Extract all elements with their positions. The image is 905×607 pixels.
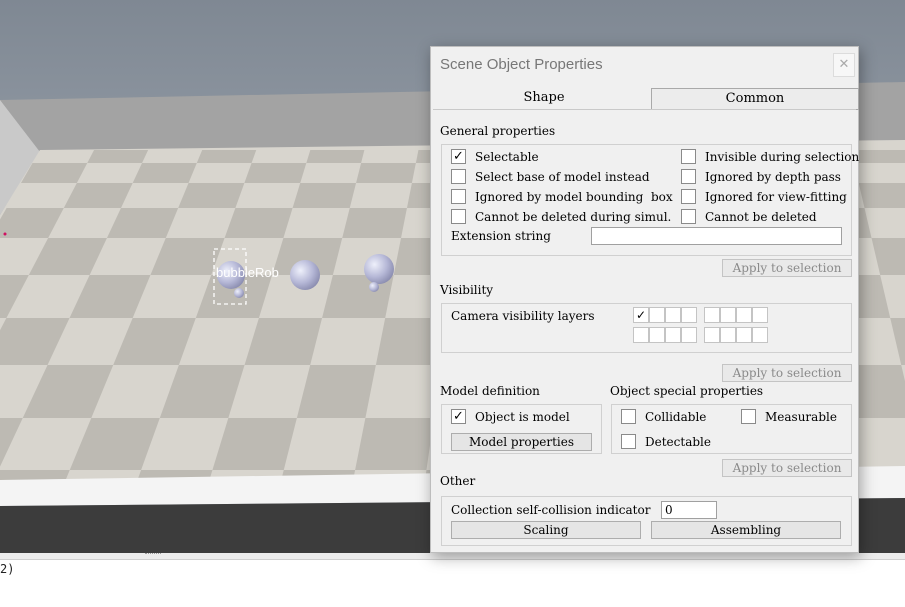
visibility-layer-7-checkbox[interactable] bbox=[736, 307, 752, 323]
visibility-layer-11-checkbox[interactable] bbox=[665, 327, 681, 343]
tab-common[interactable]: Common bbox=[651, 88, 859, 110]
console-splitter[interactable] bbox=[0, 553, 905, 560]
apply-visibility-button[interactable]: Apply to selection bbox=[722, 364, 852, 382]
detectable-option[interactable]: Detectable bbox=[621, 434, 711, 449]
general-properties-group: ✓ Selectable Invisible during selection … bbox=[441, 144, 859, 256]
object-is-model-option[interactable]: ✓ Object is model bbox=[451, 409, 570, 424]
detectable-checkbox[interactable] bbox=[621, 434, 636, 449]
visibility-layer-10-checkbox[interactable] bbox=[649, 327, 665, 343]
collidable-checkbox[interactable] bbox=[621, 409, 636, 424]
collision-indicator-input[interactable]: 0 bbox=[661, 501, 717, 519]
visibility-layer-9-checkbox[interactable] bbox=[633, 327, 649, 343]
object-special-properties-heading: Object special properties bbox=[610, 384, 764, 398]
collision-indicator-label: Collection self-collision indicator bbox=[451, 503, 651, 517]
ignored-bounding-box-option[interactable]: Ignored by model bounding box bbox=[451, 189, 673, 204]
extension-string-label: Extension string bbox=[451, 229, 551, 243]
visibility-layers-grid-b bbox=[704, 307, 768, 343]
model-definition-heading: Model definition bbox=[440, 384, 540, 398]
visibility-layer-4-checkbox[interactable] bbox=[681, 307, 697, 323]
visibility-layer-14-checkbox[interactable] bbox=[720, 327, 736, 343]
other-heading: Other bbox=[440, 474, 476, 488]
visibility-layer-12-checkbox[interactable] bbox=[681, 327, 697, 343]
console-output: 2) bbox=[0, 562, 15, 576]
select-base-option[interactable]: Select base of model instead bbox=[451, 169, 650, 184]
ignored-depth-pass-checkbox[interactable] bbox=[681, 169, 696, 184]
apply-general-button[interactable]: Apply to selection bbox=[722, 259, 852, 277]
ignored-bounding-box-checkbox[interactable] bbox=[451, 189, 466, 204]
splitter-grip-icon[interactable] bbox=[145, 553, 161, 558]
robot-name-label: bubbleRob bbox=[216, 265, 279, 280]
visibility-layer-16-checkbox[interactable] bbox=[752, 327, 768, 343]
close-icon[interactable]: ✕ bbox=[833, 53, 855, 77]
common-tab-pane: General properties ✓ Selectable Invisibl… bbox=[433, 109, 859, 550]
measurable-option[interactable]: Measurable bbox=[741, 409, 837, 424]
visibility-layers-grid-a: ✓ bbox=[633, 307, 697, 343]
dialog-title: Scene Object Properties bbox=[440, 56, 603, 73]
collidable-option[interactable]: Collidable bbox=[621, 409, 706, 424]
general-properties-heading: General properties bbox=[440, 124, 556, 138]
visibility-layer-6-checkbox[interactable] bbox=[720, 307, 736, 323]
apply-special-button[interactable]: Apply to selection bbox=[722, 459, 852, 477]
visibility-layer-3-checkbox[interactable] bbox=[665, 307, 681, 323]
cannot-delete-option[interactable]: Cannot be deleted bbox=[681, 209, 817, 224]
invisible-during-selection-checkbox[interactable] bbox=[681, 149, 696, 164]
visibility-layer-2-checkbox[interactable] bbox=[649, 307, 665, 323]
selectable-option[interactable]: ✓ Selectable bbox=[451, 149, 539, 164]
visibility-group: Camera visibility layers ✓ bbox=[441, 303, 852, 353]
model-definition-group: ✓ Object is model Model properties bbox=[441, 404, 602, 454]
model-properties-button[interactable]: Model properties bbox=[451, 433, 592, 451]
object-is-model-checkbox[interactable]: ✓ bbox=[451, 409, 466, 424]
other-group: Collection self-collision indicator 0 Sc… bbox=[441, 496, 852, 546]
extension-string-input[interactable] bbox=[591, 227, 842, 245]
assembling-button[interactable]: Assembling bbox=[651, 521, 841, 539]
ignored-depth-pass-option[interactable]: Ignored by depth pass bbox=[681, 169, 841, 184]
scaling-button[interactable]: Scaling bbox=[451, 521, 641, 539]
cannot-delete-checkbox[interactable] bbox=[681, 209, 696, 224]
ignored-view-fitting-option[interactable]: Ignored for view-fitting bbox=[681, 189, 847, 204]
visibility-layer-1-checkbox[interactable]: ✓ bbox=[633, 307, 649, 323]
visibility-heading: Visibility bbox=[440, 283, 494, 297]
visibility-layer-5-checkbox[interactable] bbox=[704, 307, 720, 323]
ignored-view-fitting-checkbox[interactable] bbox=[681, 189, 696, 204]
visibility-layer-8-checkbox[interactable] bbox=[752, 307, 768, 323]
cannot-delete-simul-checkbox[interactable] bbox=[451, 209, 466, 224]
cannot-delete-simul-option[interactable]: Cannot be deleted during simul. bbox=[451, 209, 671, 224]
select-base-checkbox[interactable] bbox=[451, 169, 466, 184]
tab-shape[interactable]: Shape bbox=[435, 88, 653, 110]
scene-object-properties-dialog: Scene Object Properties ✕ Shape Common G… bbox=[430, 46, 859, 553]
visibility-layer-13-checkbox[interactable] bbox=[704, 327, 720, 343]
object-special-properties-group: Collidable Measurable Detectable bbox=[611, 404, 852, 454]
visibility-layer-15-checkbox[interactable] bbox=[736, 327, 752, 343]
invisible-during-selection-option[interactable]: Invisible during selection bbox=[681, 149, 859, 164]
selectable-checkbox[interactable]: ✓ bbox=[451, 149, 466, 164]
measurable-checkbox[interactable] bbox=[741, 409, 756, 424]
camera-visibility-layers-label: Camera visibility layers bbox=[451, 309, 595, 323]
